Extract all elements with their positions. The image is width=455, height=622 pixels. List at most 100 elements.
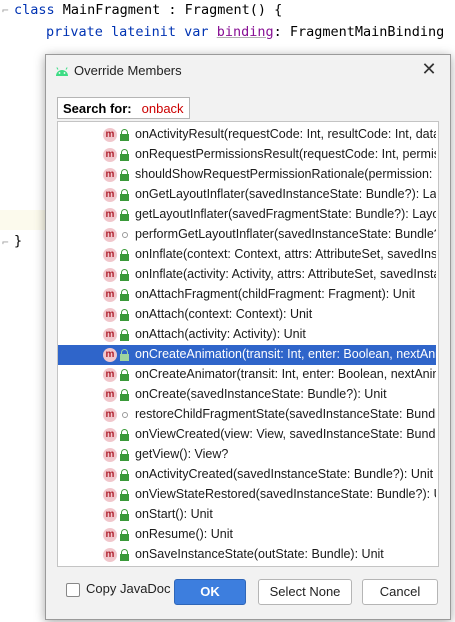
- member-signature: onResume(): Unit: [135, 527, 233, 541]
- member-signature: onInflate(context: Context, attrs: Attri…: [135, 247, 436, 261]
- method-icon: m: [103, 148, 117, 162]
- method-icon: m: [103, 508, 117, 522]
- public-visibility-icon: [120, 129, 129, 141]
- keyword-class: class: [14, 2, 55, 18]
- property-type: : FragmentMainBinding: [273, 24, 445, 40]
- method-icon: m: [103, 208, 117, 222]
- method-icon: m: [103, 308, 117, 322]
- member-signature: getLayoutInflater(savedFragmentState: Bu…: [135, 207, 436, 221]
- member-row[interactable]: m getView(): View?: [58, 445, 436, 465]
- method-icon: m: [103, 548, 117, 562]
- member-row[interactable]: m onInflate(activity: Activity, attrs: At…: [58, 265, 436, 285]
- method-icon: m: [103, 368, 117, 382]
- public-visibility-icon: [120, 309, 129, 321]
- public-visibility-icon: [120, 369, 129, 381]
- dialog-footer: Copy JavaDoc OK Select None Cancel: [46, 575, 450, 619]
- member-signature: onSaveInstanceState(outState: Bundle): U…: [135, 547, 384, 561]
- close-icon[interactable]: ✕: [421, 59, 436, 80]
- ok-button[interactable]: OK: [174, 579, 246, 605]
- member-row[interactable]: m onCreateAnimation(transit: Int, enter: …: [58, 345, 436, 365]
- public-visibility-icon: [120, 509, 129, 521]
- member-row[interactable]: m onActivityResult(requestCode: Int, resu…: [58, 125, 436, 145]
- public-visibility-icon: [120, 149, 129, 161]
- public-visibility-icon: [120, 469, 129, 481]
- member-signature: onCreate(savedInstanceState: Bundle?): U…: [135, 387, 387, 401]
- member-signature: onAttachFragment(childFragment: Fragment…: [135, 287, 415, 301]
- member-row[interactable]: m onCreate(savedInstanceState: Bundle?): …: [58, 385, 436, 405]
- current-line-highlight: [0, 210, 48, 230]
- member-row[interactable]: m onAttach(activity: Activity): Unit: [58, 325, 436, 345]
- cancel-button[interactable]: Cancel: [362, 579, 438, 605]
- member-row[interactable]: m onAttach(context: Context): Unit: [58, 305, 436, 325]
- member-signature: onViewStateRestored(savedInstanceState: …: [135, 487, 436, 501]
- override-members-dialog: Override Members ✕ Search for: onback m o…: [45, 54, 451, 620]
- search-query[interactable]: onback: [142, 101, 184, 116]
- public-visibility-icon: [120, 489, 129, 501]
- public-visibility-icon: [120, 549, 129, 561]
- member-row[interactable]: m onGetLayoutInflater(savedInstanceState:…: [58, 185, 436, 205]
- method-icon: m: [103, 228, 117, 242]
- method-icon: m: [103, 328, 117, 342]
- member-row[interactable]: m onViewCreated(view: View, savedInstance…: [58, 425, 436, 445]
- member-signature: onCreateAnimator(transit: Int, enter: Bo…: [135, 367, 436, 381]
- public-visibility-icon: [120, 269, 129, 281]
- method-icon: m: [103, 188, 117, 202]
- class-declaration: MainFragment : Fragment() {: [54, 2, 283, 18]
- member-signature: onActivityCreated(savedInstanceState: Bu…: [135, 467, 434, 481]
- package-visibility-icon: [122, 232, 128, 238]
- member-signature: getView(): View?: [135, 447, 229, 461]
- public-visibility-icon: [120, 289, 129, 301]
- method-icon: m: [103, 268, 117, 282]
- closing-brace: }: [14, 233, 23, 249]
- member-row[interactable]: m performGetLayoutInflater(savedInstanceS…: [58, 225, 436, 245]
- member-row[interactable]: m onRequestPermissionsResult(requestCode:…: [58, 145, 436, 165]
- member-row[interactable]: m onViewStateRestored(savedInstanceState:…: [58, 485, 436, 505]
- member-row[interactable]: m shouldShowRequestPermissionRationale(pe…: [58, 165, 436, 185]
- method-icon: m: [103, 248, 117, 262]
- members-list[interactable]: m onActivityResult(requestCode: Int, resu…: [57, 121, 439, 567]
- member-signature: onViewCreated(view: View, savedInstanceS…: [135, 427, 436, 441]
- member-signature: onInflate(activity: Activity, attrs: Att…: [135, 267, 436, 281]
- method-icon: m: [103, 388, 117, 402]
- speed-search-popup[interactable]: Search for: onback: [57, 97, 190, 119]
- select-none-button[interactable]: Select None: [258, 579, 352, 605]
- fold-end-icon[interactable]: ⌐: [2, 236, 9, 249]
- method-icon: m: [103, 288, 117, 302]
- property-binding: binding: [216, 24, 274, 40]
- member-signature: onAttach(context: Context): Unit: [135, 307, 313, 321]
- member-row[interactable]: m onStart(): Unit: [58, 505, 436, 525]
- public-visibility-icon: [120, 209, 129, 221]
- code-line-closing: }: [14, 233, 22, 249]
- close-button[interactable]: ✕: [418, 59, 440, 81]
- member-signature: onStart(): Unit: [135, 507, 213, 521]
- method-icon: m: [103, 128, 117, 142]
- public-visibility-icon: [120, 169, 129, 181]
- member-signature: onCreateAnimation(transit: Int, enter: B…: [135, 347, 436, 361]
- member-row[interactable]: m onAttachFragment(childFragment: Fragmen…: [58, 285, 436, 305]
- public-visibility-icon: [120, 349, 129, 361]
- public-visibility-icon: [120, 389, 129, 401]
- dialog-titlebar: Override Members ✕: [46, 55, 450, 87]
- public-visibility-icon: [120, 249, 129, 261]
- code-line-1: class MainFragment : Fragment() {: [14, 2, 282, 18]
- dialog-title: Override Members: [74, 63, 182, 78]
- member-row[interactable]: m onInflate(context: Context, attrs: Attr…: [58, 245, 436, 265]
- member-row[interactable]: m onResume(): Unit: [58, 525, 436, 545]
- android-icon: [56, 67, 68, 76]
- fold-icon[interactable]: ⌐: [2, 4, 9, 17]
- member-row[interactable]: m onActivityCreated(savedInstanceState: B…: [58, 465, 436, 485]
- search-label: Search for:: [63, 100, 132, 116]
- public-visibility-icon: [120, 329, 129, 341]
- copy-javadoc-checkbox[interactable]: [66, 583, 80, 597]
- method-icon: m: [103, 168, 117, 182]
- method-icon: m: [103, 428, 117, 442]
- member-signature: onRequestPermissionsResult(requestCode: …: [135, 147, 436, 161]
- copy-javadoc-label[interactable]: Copy JavaDoc: [86, 581, 171, 596]
- member-signature: onGetLayoutInflater(savedInstanceState: …: [135, 187, 436, 201]
- member-row[interactable]: m onCreateAnimator(transit: Int, enter: B…: [58, 365, 436, 385]
- public-visibility-icon: [120, 529, 129, 541]
- member-row[interactable]: m onSaveInstanceState(outState: Bundle): …: [58, 545, 436, 565]
- member-row[interactable]: m getLayoutInflater(savedFragmentState: B…: [58, 205, 436, 225]
- method-icon: m: [103, 448, 117, 462]
- member-row[interactable]: m restoreChildFragmentState(savedInstance…: [58, 405, 436, 425]
